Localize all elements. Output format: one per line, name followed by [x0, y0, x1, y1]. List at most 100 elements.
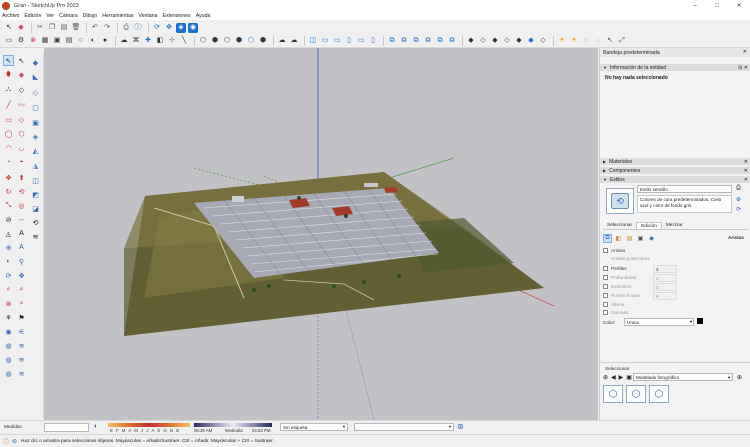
component-icon[interactable]: ▦: [40, 36, 50, 46]
style-3-icon[interactable]: ◆: [490, 36, 500, 46]
tag-icon[interactable]: ◣: [30, 71, 41, 82]
style-description[interactable]: Colores de cara predeterminados. Cielo a…: [637, 195, 732, 213]
shaded-texture-icon[interactable]: ⧉: [447, 36, 457, 46]
orbit-tool-icon[interactable]: ⟳: [3, 270, 14, 281]
camera-icon[interactable]: ▤: [64, 36, 74, 46]
tray-close-icon[interactable]: ✕: [743, 49, 747, 55]
sandbox-smoove-icon[interactable]: ◍: [3, 354, 14, 365]
vcb-dropdown-icon[interactable]: ▼: [448, 424, 452, 429]
background-settings-icon[interactable]: ▤: [625, 234, 634, 243]
make-component-icon[interactable]: ◆: [30, 57, 41, 68]
watermark-settings-icon[interactable]: ▣: [636, 234, 645, 243]
eraser-icon[interactable]: ◆: [16, 23, 26, 33]
contrast-icon[interactable]: ◐: [88, 36, 98, 46]
stamp-icon[interactable]: ◮: [30, 160, 41, 171]
subtract-icon[interactable]: ⬢: [234, 36, 244, 46]
settings-gear-icon[interactable]: ⚙: [16, 36, 26, 46]
pan-icon[interactable]: ✥: [164, 23, 174, 33]
smoove-icon[interactable]: ◭: [30, 145, 41, 156]
sandbox-icon[interactable]: ⊹: [167, 36, 177, 46]
style-thumb-3-icon[interactable]: ⬡: [649, 385, 669, 403]
extension-warehouse-icon[interactable]: ☁: [289, 36, 299, 46]
save-style-icon[interactable]: ⎙: [736, 185, 741, 192]
arc-3-icon[interactable]: ◓: [16, 157, 27, 168]
xray-icon[interactable]: ⧉: [387, 36, 397, 46]
style-name-field[interactable]: Estilo sencillo: [637, 185, 732, 193]
redo-icon[interactable]: ↷: [102, 23, 112, 33]
menu-ayuda[interactable]: Ayuda: [196, 13, 211, 19]
previous-view-icon[interactable]: ⌕: [16, 298, 27, 309]
dashes-checkbox[interactable]: [603, 310, 608, 315]
menu-camara[interactable]: Cámara: [59, 13, 77, 19]
hidden-line-icon[interactable]: ⧉: [423, 36, 433, 46]
edge-color-swatch[interactable]: [697, 318, 703, 324]
rotated-rect-icon[interactable]: ◇: [16, 114, 27, 125]
select-tool-icon[interactable]: ↖: [4, 23, 14, 33]
zoom-extents-icon[interactable]: ◈: [176, 22, 186, 33]
rect-icon[interactable]: ▢: [30, 102, 41, 113]
pan-tool-icon[interactable]: ✥: [16, 270, 27, 281]
style-7-icon[interactable]: ◇: [538, 36, 548, 46]
polygon-icon[interactable]: ⬡: [16, 128, 27, 139]
walkthrough-icon[interactable]: ⟲: [30, 217, 41, 228]
menu-ventana[interactable]: Ventana: [138, 13, 157, 19]
shadows-sun-icon[interactable]: ☀: [557, 36, 567, 46]
nav-home-icon[interactable]: ⊕: [603, 374, 608, 381]
scene-icon[interactable]: ◇: [30, 87, 41, 98]
arc-2-icon[interactable]: ◡: [16, 142, 27, 153]
sphere-icon[interactable]: ●: [100, 36, 110, 46]
details-icon[interactable]: ⊕: [737, 374, 742, 381]
style-6-icon[interactable]: ◆: [526, 36, 536, 46]
eraser-2-icon[interactable]: ◇: [16, 84, 27, 95]
tape-measure-icon[interactable]: ⊘: [3, 214, 14, 225]
fog-icon[interactable]: ☀: [569, 36, 579, 46]
info-icon[interactable]: ⓘ: [3, 437, 9, 446]
circle-tool-icon[interactable]: ◯: [3, 128, 14, 139]
intersect-icon[interactable]: ⬢: [210, 36, 220, 46]
arc-icon[interactable]: ◠: [3, 142, 14, 153]
dropdown-arrow-icon[interactable]: ▼: [689, 319, 693, 324]
update-style-icon[interactable]: ⟳: [736, 206, 741, 213]
depth-input[interactable]: 4: [653, 274, 677, 282]
sandbox-detail-icon[interactable]: ≋: [16, 368, 27, 379]
entity-info-header[interactable]: ▼ Información de la entidad ⊟ ✕: [600, 64, 750, 71]
tab-mezclar[interactable]: Mezclar: [662, 222, 687, 229]
undo-icon[interactable]: ↶: [90, 23, 100, 33]
stop-icon[interactable]: ⊗: [28, 36, 38, 46]
look-around-icon[interactable]: ◉: [3, 326, 14, 337]
rectangle-icon[interactable]: ▭: [3, 114, 14, 125]
cloud-upload-icon[interactable]: ☁: [119, 36, 129, 46]
sun-icon[interactable]: ☼: [581, 36, 591, 46]
zoom-window-icon[interactable]: ⌕: [16, 284, 27, 295]
style-4-icon[interactable]: ◇: [502, 36, 512, 46]
move-icon[interactable]: ✥: [3, 172, 14, 183]
circle-icon[interactable]: ○: [76, 36, 86, 46]
add-detail-icon[interactable]: ◩: [30, 189, 41, 200]
endpoints-checkbox[interactable]: [603, 293, 608, 298]
delete-icon[interactable]: 🗑: [71, 23, 81, 33]
style-thumb-1-icon[interactable]: ⬡: [603, 385, 623, 403]
geolocation-icon[interactable]: ⌘: [131, 36, 141, 46]
materials-close-icon[interactable]: ✕: [744, 159, 748, 165]
back-view-icon[interactable]: ▭: [356, 36, 366, 46]
style-2-icon[interactable]: ◇: [478, 36, 488, 46]
panel-menu-icon[interactable]: ⊟ ✕: [738, 65, 748, 71]
print-icon[interactable]: ⎙: [121, 23, 131, 33]
flip-edge-icon[interactable]: ◪: [30, 203, 41, 214]
protractor-icon[interactable]: ◬: [3, 228, 14, 239]
wireframe-icon[interactable]: ⧉: [411, 36, 421, 46]
select-icon[interactable]: ↖: [3, 55, 14, 66]
components-close-icon[interactable]: ✕: [744, 168, 748, 174]
color-select[interactable]: Única: [624, 318, 694, 326]
scale-icon[interactable]: ⤡: [3, 200, 14, 211]
box-icon[interactable]: ▣: [30, 117, 41, 128]
section-plane-icon[interactable]: ◐: [3, 256, 14, 267]
style-1-icon[interactable]: ◆: [466, 36, 476, 46]
layers-icon[interactable]: ≋: [30, 231, 41, 242]
modeling-settings-icon[interactable]: ◆: [647, 234, 656, 243]
tag-dropdown-icon[interactable]: ▼: [342, 424, 346, 429]
follow-me-icon[interactable]: ⛬: [3, 84, 14, 95]
orbit-icon[interactable]: ⟳: [152, 23, 162, 33]
trim-icon[interactable]: ⬡: [246, 36, 256, 46]
tag-select[interactable]: Sin etiqueta: [280, 423, 348, 431]
